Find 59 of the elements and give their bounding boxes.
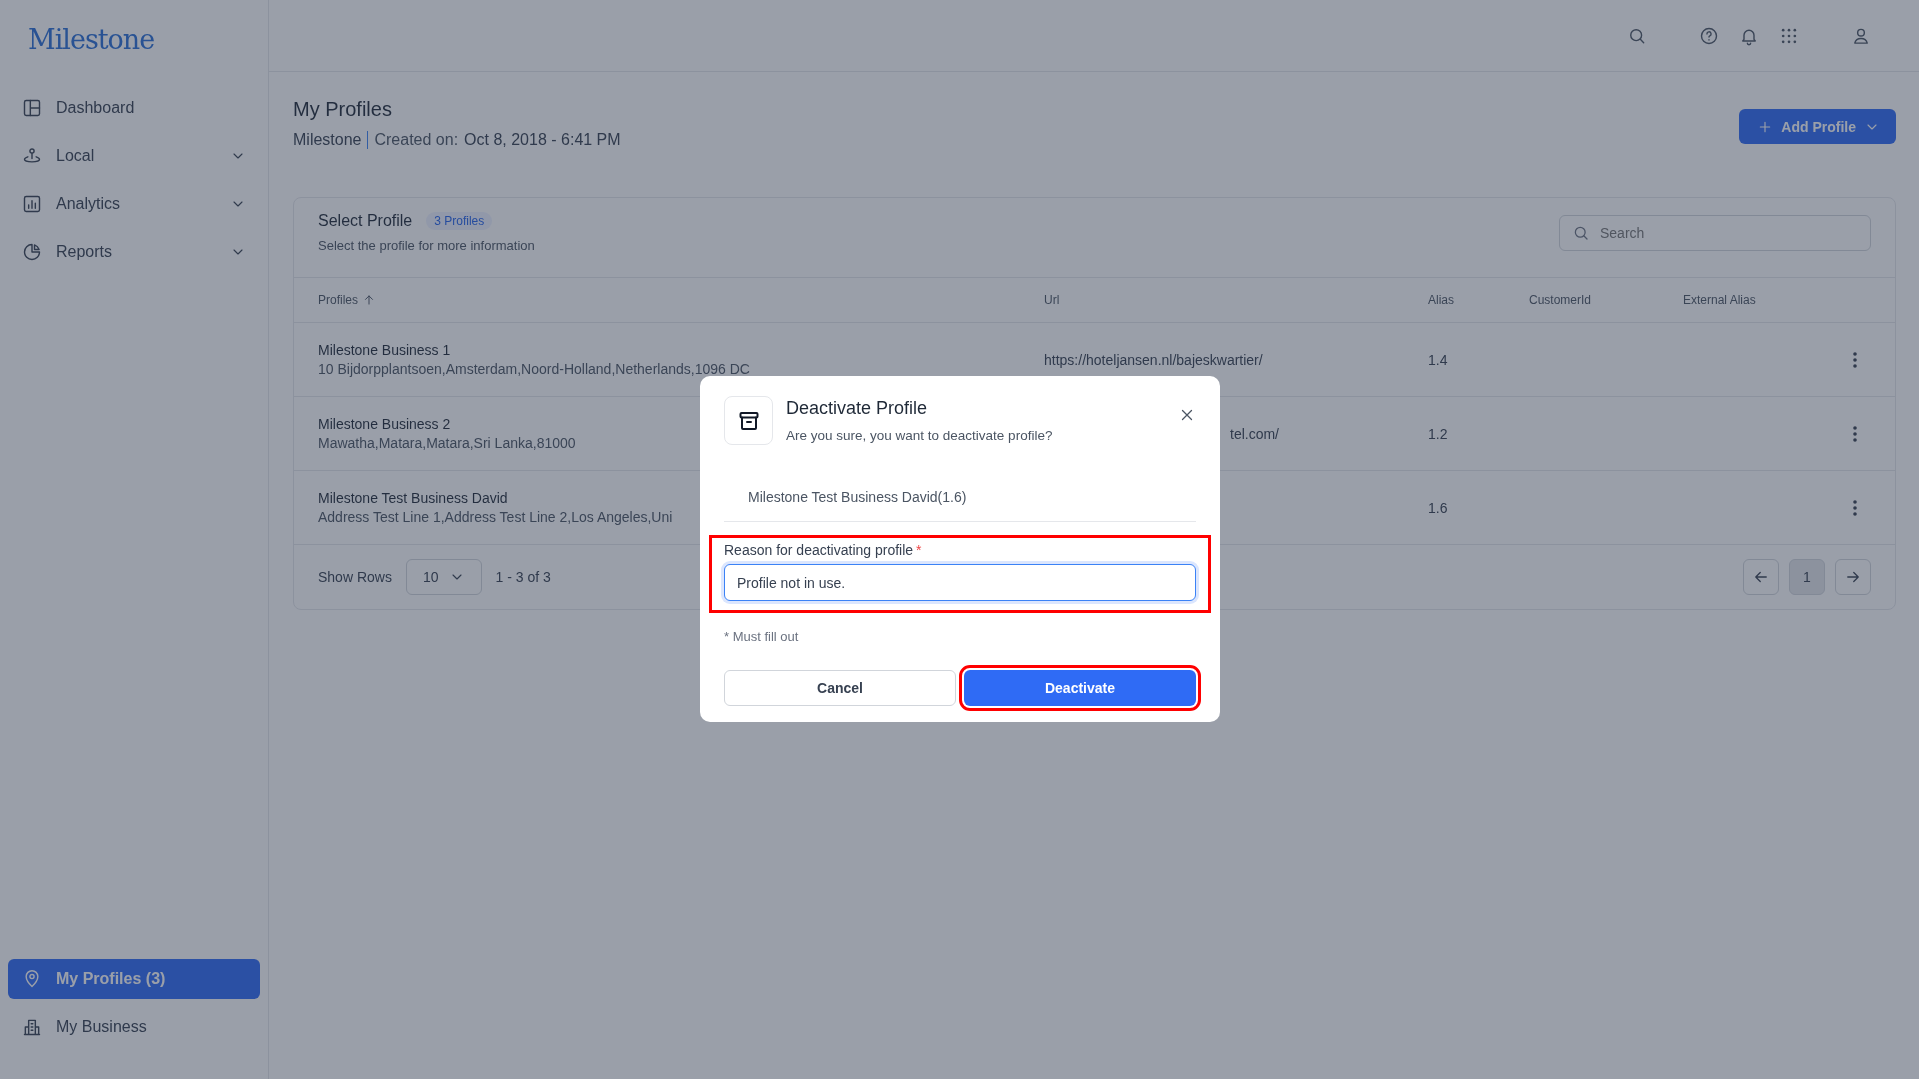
field-label: Reason for deactivating profile [724, 542, 914, 558]
next-page-button[interactable] [1835, 559, 1871, 595]
column-header[interactable]: CustomerId [1529, 293, 1592, 307]
show-rows-label: Show Rows [318, 569, 392, 585]
previous-page-button[interactable] [1743, 559, 1779, 595]
help-icon [1699, 25, 1719, 46]
page-title: My Profiles [293, 98, 393, 121]
sort-arrow-up-icon [362, 293, 376, 307]
more-options-icon[interactable] [1853, 425, 1857, 442]
profile-name[interactable]: Milestone Business 2 [318, 416, 451, 432]
created-label: Created on: [374, 131, 459, 149]
search-field[interactable]: Search [1559, 215, 1871, 251]
card-title: Select Profile [318, 212, 413, 230]
organization-name: Milestone [293, 131, 362, 149]
archive-icon [724, 396, 773, 445]
sidebar-item[interactable]: Analytics [8, 180, 260, 228]
profile-name[interactable]: Milestone Test Business David [318, 490, 508, 506]
add-profile-button[interactable]: Add Profile [1739, 109, 1896, 144]
more-options-icon[interactable] [1853, 499, 1857, 516]
bar-chart-icon [22, 194, 42, 214]
alias-cell-text: 1.4 [1428, 351, 1449, 368]
sidebar-item[interactable]: My Business [8, 1007, 260, 1047]
dialog-message: Are you sure, you want to deactivate profile? [786, 428, 1054, 443]
required-mark: * [916, 542, 922, 558]
map-pin-icon [22, 146, 42, 166]
profile-address: 10 Bijdorpplantsoen,Amsterdam,Noord-Holland,Netherlands,1096 DC [318, 361, 750, 377]
profile-address: Address Test Line 1,Address Test Line 2,Los Angeles,Uni [318, 509, 673, 525]
more-options-icon[interactable] [1853, 351, 1857, 368]
column-header[interactable]: Alias [1428, 293, 1454, 307]
alias-cell-text: 1.2 [1428, 425, 1449, 442]
cancel-button[interactable]: Cancel [724, 670, 956, 706]
created-date: Oct 8, 2018 - 6:41 PM [464, 131, 621, 149]
card-subtitle: Select the profile for more information [318, 238, 535, 253]
pie-chart-icon [22, 242, 42, 262]
location-pin-icon [22, 969, 42, 989]
alias-cell-text: 1.6 [1428, 499, 1449, 516]
column-header[interactable]: Url [1044, 293, 1060, 307]
count-badge: 3 Profiles [426, 212, 493, 230]
profile-url[interactable]: https://hoteljansen.nl/bajeskwartier/ [1044, 351, 1263, 368]
sidebar-item[interactable]: Local [8, 132, 260, 180]
reason-input-field[interactable]: Profile not in use. [724, 564, 1196, 601]
profile-name: Milestone Test Business David(1.6) [748, 489, 967, 505]
rows-per-page-select[interactable]: 10 [405, 559, 482, 595]
row-range: 1 - 3 of 3 [495, 569, 551, 585]
layout-icon [22, 98, 42, 118]
profile-address: Mawatha,Matara,Matara,Sri Lanka,81000 [318, 435, 576, 451]
column-header[interactable]: Profiles [318, 293, 358, 307]
search-icon [1572, 224, 1590, 242]
dialog-title: Deactivate Profile [786, 398, 929, 419]
profile-url[interactable]: tel.com/ [1230, 425, 1279, 442]
column-header[interactable]: External Alias [1683, 293, 1756, 307]
sidebar-item[interactable]: Reports [8, 228, 260, 276]
profile-name[interactable]: Milestone Business 1 [318, 342, 451, 358]
page-button[interactable]: 1 [1789, 559, 1825, 595]
sidebar-item[interactable]: My Profiles (3) [8, 959, 260, 999]
sidebar-item[interactable]: Dashboard [8, 84, 260, 132]
brand-logo[interactable]: Milestone [8, 0, 260, 84]
building-icon [22, 1017, 42, 1037]
required-hint: * Must fill out [724, 629, 800, 644]
